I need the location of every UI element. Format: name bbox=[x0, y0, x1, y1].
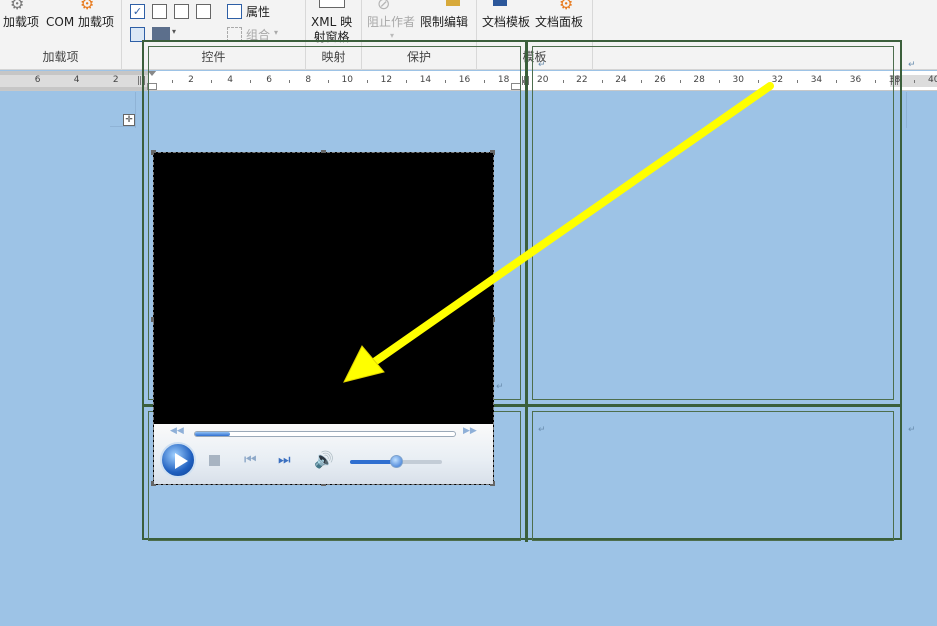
annotation-arrow-shaft bbox=[366, 82, 774, 369]
annotation-arrow bbox=[343, 82, 774, 383]
